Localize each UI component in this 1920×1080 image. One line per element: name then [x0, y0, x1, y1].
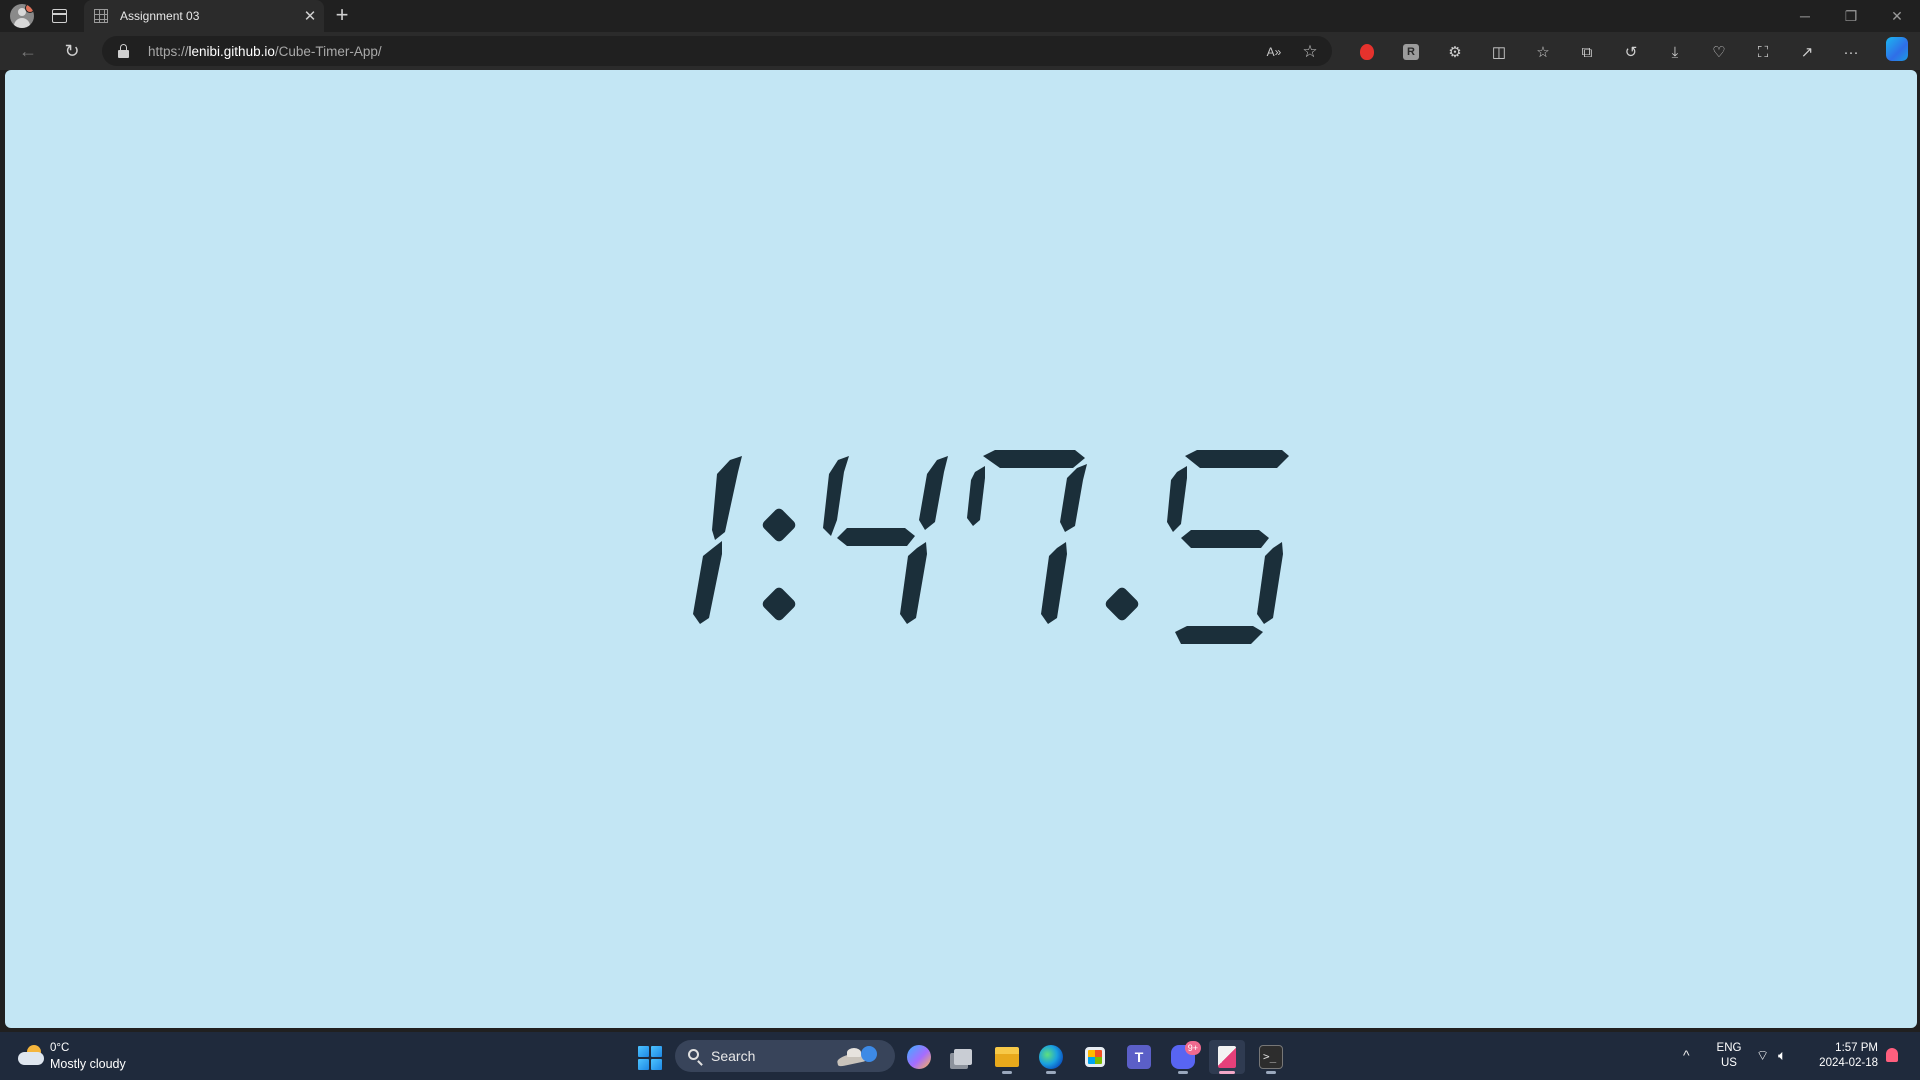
weather-condition[interactable]: Mostly cloudy — [50, 1057, 126, 1071]
volume-icon[interactable]: 🔈︎ — [1778, 1047, 1786, 1064]
back-button[interactable]: ← — [16, 39, 40, 63]
extensions-puzzle-icon[interactable]: ⚙ — [1444, 41, 1466, 63]
timer-digit-7-upper-right — [1060, 464, 1087, 532]
browser-toolbar: ← ↻ https://lenibi.github.io/Cube-Timer-… — [0, 32, 1920, 70]
tab-actions-icon[interactable] — [52, 9, 67, 23]
screenshot-icon[interactable]: ⛶ — [1752, 41, 1774, 63]
taskbar-clock[interactable]: 1:57 PM 2024-02-18 — [1800, 1041, 1878, 1071]
timer-digit-1-lower — [693, 541, 722, 624]
teams-icon[interactable]: T — [1121, 1040, 1157, 1074]
timer-digit-7-top — [983, 450, 1085, 468]
store-icon[interactable] — [1077, 1040, 1113, 1074]
more-menu-icon[interactable]: ··· — [1840, 41, 1862, 63]
language-line1: ENG — [1716, 1042, 1742, 1054]
taskbar-search-box[interactable]: Search — [675, 1040, 895, 1072]
timer-digit-4-upper-left — [823, 456, 849, 536]
file-explorer-icon[interactable] — [989, 1040, 1025, 1074]
show-hidden-icons-chevron-icon[interactable]: ^ — [1683, 1047, 1690, 1063]
search-highlight-icon — [833, 1044, 887, 1068]
windows-start-icon[interactable] — [638, 1046, 662, 1070]
minimize-button[interactable]: ─ — [1782, 0, 1828, 32]
timer-digit-1 — [712, 456, 742, 540]
discord-notification-badge: 9+ — [1184, 1041, 1201, 1055]
language-line2: US — [1721, 1057, 1737, 1069]
timer-digits-group — [693, 450, 1289, 644]
discord-icon[interactable]: 9+ — [1165, 1040, 1201, 1074]
red-extension-icon[interactable] — [1356, 41, 1378, 63]
search-label: Search — [711, 1048, 756, 1064]
read-aloud-icon[interactable]: A» — [1264, 42, 1284, 62]
favorite-star-icon[interactable]: ☆ — [1300, 42, 1320, 62]
timer-digit-5-upper-left — [1167, 466, 1187, 532]
copilot-app-icon[interactable] — [901, 1040, 937, 1074]
collections-icon[interactable]: ⧉ — [1576, 41, 1598, 63]
timer-display[interactable] — [5, 70, 1917, 1028]
close-window-button[interactable]: ✕ — [1874, 0, 1920, 32]
snipping-tool-icon[interactable] — [1209, 1040, 1245, 1074]
split-screen-icon[interactable]: ◫ — [1488, 41, 1510, 63]
refresh-button[interactable]: ↻ — [60, 39, 84, 63]
task-view-icon[interactable] — [945, 1040, 981, 1074]
weather-temperature[interactable]: 0°C — [50, 1042, 69, 1054]
timer-digit-5-top — [1185, 450, 1289, 468]
weather-cloudy-icon[interactable] — [18, 1045, 44, 1067]
browser-tab-strip: Assignment 03 ✕ + ─ ❐ ✕ — [0, 0, 1920, 32]
clock-time: 1:57 PM — [1835, 1042, 1878, 1054]
window-controls: ─ ❐ ✕ — [1782, 0, 1920, 32]
timer-digit-4-middle — [837, 528, 915, 546]
url-host: lenibi.github.io — [188, 44, 275, 59]
lock-icon[interactable] — [118, 44, 129, 58]
gray-extension-icon[interactable]: R — [1400, 41, 1422, 63]
downloads-icon[interactable]: ⤓ — [1664, 41, 1686, 63]
search-icon — [688, 1049, 699, 1060]
wifi-icon[interactable]: ⌔ — [1756, 1047, 1769, 1065]
edge-icon[interactable] — [1033, 1040, 1069, 1074]
tab-assignment-03[interactable]: Assignment 03 ✕ — [84, 0, 324, 32]
clock-date: 2024-02-18 — [1819, 1057, 1878, 1069]
favorites-icon[interactable]: ☆ — [1532, 41, 1554, 63]
timer-digit-7-upper-left — [967, 466, 985, 526]
timer-digit-7-lower-right — [1041, 542, 1067, 624]
tab-title: Assignment 03 — [120, 9, 200, 23]
timer-decimal-point — [1105, 587, 1139, 621]
timer-digit-5-middle — [1181, 530, 1269, 548]
url-text[interactable]: https://lenibi.github.io/Cube-Timer-App/ — [148, 44, 382, 59]
history-icon[interactable]: ↺ — [1620, 41, 1642, 63]
timer-colon-top — [762, 508, 796, 542]
url-scheme: https:// — [148, 44, 189, 59]
windows-taskbar: 0°C Mostly cloudy Search T 9+ >_ ^ ENG US… — [0, 1032, 1920, 1080]
terminal-icon[interactable]: >_ — [1253, 1040, 1289, 1074]
share-icon[interactable]: ↗ — [1796, 41, 1818, 63]
timer-digit-4-upper-right — [919, 456, 948, 530]
page-viewport[interactable] — [5, 70, 1917, 1028]
language-indicator[interactable]: ENG US — [1713, 1041, 1745, 1071]
timer-digit-5-lower-right — [1257, 542, 1283, 624]
timer-digit-4-lower-right — [900, 542, 927, 624]
close-tab-icon[interactable]: ✕ — [296, 7, 324, 25]
timer-colon-bottom — [762, 587, 796, 621]
restore-button[interactable]: ❐ — [1828, 0, 1874, 32]
profile-avatar-icon[interactable] — [10, 4, 34, 28]
new-tab-button[interactable]: + — [330, 3, 354, 27]
copilot-icon[interactable] — [1886, 37, 1908, 61]
grid-favicon-icon — [94, 9, 108, 23]
browser-essentials-icon[interactable]: ♡ — [1708, 41, 1730, 63]
timer-digit-5-bottom — [1175, 626, 1263, 644]
address-bar[interactable]: https://lenibi.github.io/Cube-Timer-App/… — [102, 36, 1332, 66]
notification-bell-icon[interactable] — [1886, 1048, 1898, 1062]
url-path: /Cube-Timer-App/ — [274, 44, 382, 59]
